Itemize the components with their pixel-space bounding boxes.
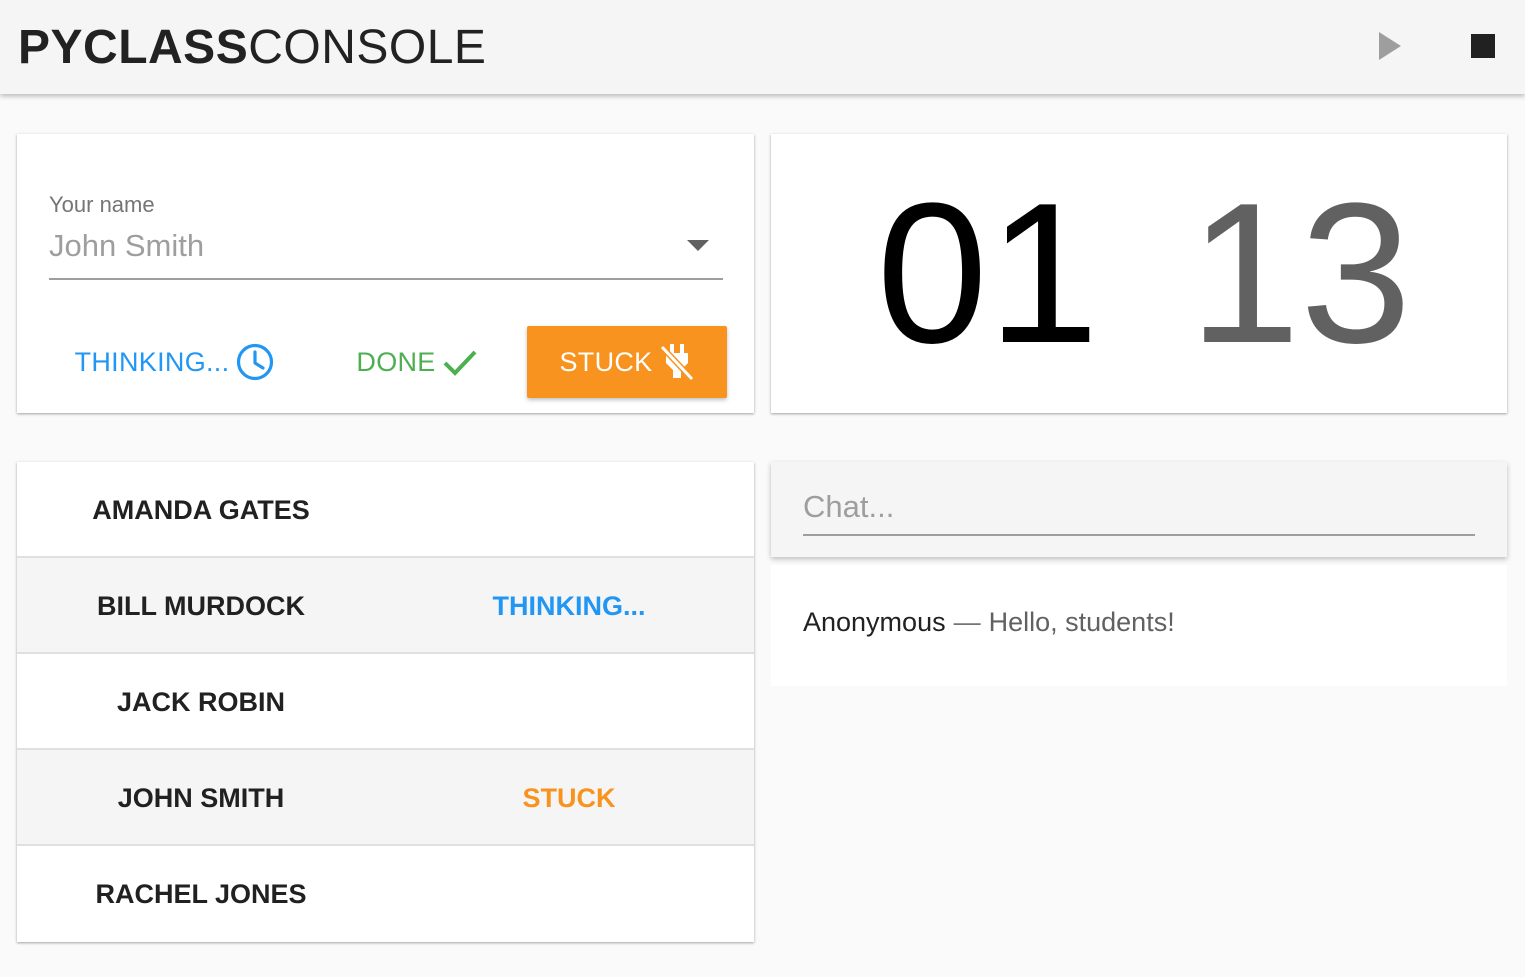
- name-select-value: John Smith: [49, 228, 205, 263]
- student-row: AMANDA GATES: [17, 462, 754, 558]
- chat-input-card: [771, 462, 1507, 557]
- name-select[interactable]: John Smith: [49, 224, 723, 280]
- student-name: JOHN SMITH: [117, 782, 285, 813]
- student-row: BILL MURDOCK THINKING...: [17, 558, 754, 654]
- chat-message-author: Anonymous: [803, 607, 946, 637]
- timer-seconds: 13: [1189, 161, 1412, 385]
- student-status: THINKING...: [492, 590, 646, 621]
- dropdown-arrow-icon: [687, 240, 709, 251]
- thinking-button[interactable]: THINKING...: [65, 326, 285, 398]
- play-button[interactable]: [1372, 28, 1408, 64]
- student-status: STUCK: [522, 782, 616, 813]
- student-status: [385, 654, 753, 750]
- chat-input[interactable]: [803, 480, 1475, 536]
- chat-log: Anonymous — Hello, students!: [771, 565, 1507, 686]
- app-title-bold: PYCLASS: [18, 21, 249, 74]
- app-title: PYCLASSCONSOLE: [18, 20, 486, 76]
- stuck-button-label: STUCK: [559, 346, 653, 377]
- done-button-label: DONE: [356, 346, 436, 377]
- student-status: [385, 462, 753, 558]
- done-button[interactable]: DONE: [337, 326, 497, 398]
- student-name: JACK ROBIN: [116, 686, 285, 717]
- stop-icon: [1471, 34, 1495, 58]
- timer-minutes: 01: [876, 161, 1099, 385]
- student-row: RACHEL JONES: [17, 846, 754, 942]
- chat-message-separator: —: [953, 607, 981, 637]
- plug-off-icon: [659, 344, 694, 382]
- chat-message: Anonymous — Hello, students!: [803, 607, 1175, 638]
- app-bar: PYCLASSCONSOLE: [0, 0, 1525, 94]
- chat-message-text: Hello, students!: [988, 607, 1175, 637]
- name-label: Your name: [49, 192, 155, 217]
- timer-card: 01 13: [771, 134, 1507, 413]
- thinking-button-label: THINKING...: [74, 346, 230, 377]
- timer-display: 01 13: [771, 134, 1507, 413]
- student-status: [385, 846, 753, 942]
- stop-button[interactable]: [1466, 28, 1502, 64]
- students-list: AMANDA GATES BILL MURDOCK THINKING... JA…: [17, 462, 754, 942]
- check-icon: [443, 350, 477, 376]
- play-icon: [1379, 32, 1401, 60]
- status-card: Your name John Smith THINKING... DONE ST…: [17, 134, 754, 413]
- app-title-light: CONSOLE: [248, 21, 487, 74]
- stuck-button[interactable]: STUCK: [527, 326, 727, 398]
- student-row: JACK ROBIN: [17, 654, 754, 750]
- student-name: AMANDA GATES: [92, 494, 310, 525]
- student-row: JOHN SMITH STUCK: [17, 750, 754, 846]
- clock-icon: [237, 343, 274, 381]
- student-name: BILL MURDOCK: [97, 590, 305, 621]
- student-name: RACHEL JONES: [95, 878, 307, 909]
